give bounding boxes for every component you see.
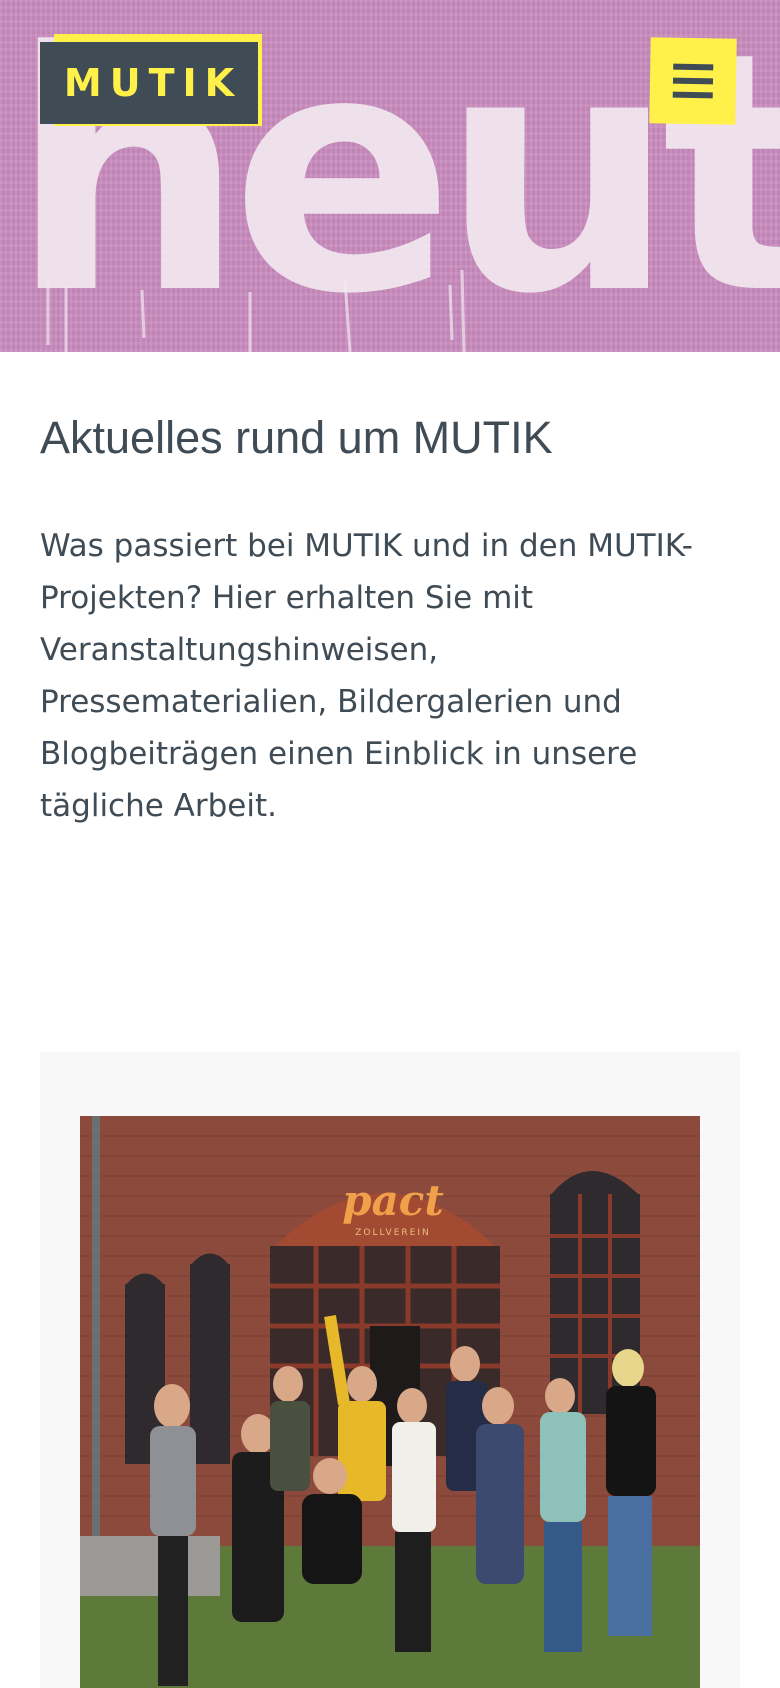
hero-banner: heute MUTIK: [0, 0, 780, 352]
intro-line: Projekten? Hier erhalten Sie mit: [40, 580, 534, 616]
intro-line: Blogbeiträgen einen Einblick in unsere: [40, 736, 638, 772]
intro-paragraph: Was passiert bei MUTIK und in den MUTIK-…: [40, 520, 740, 832]
menu-button[interactable]: [649, 37, 737, 125]
page-title: Aktuelles rund um MUTIK: [40, 412, 553, 463]
pact-sign-subtext: ZOLLVEREIN: [355, 1228, 431, 1238]
intro-line: Pressematerialien, Bildergalerien und: [40, 684, 622, 720]
intro-line: Veranstaltungshinweisen,: [40, 632, 439, 668]
intro-line: Was passiert bei MUTIK und in den MUTIK-: [40, 528, 693, 564]
hamburger-menu-icon: [672, 63, 714, 99]
team-photo[interactable]: pact ZOLLVEREIN: [80, 1116, 700, 1688]
mutik-logo[interactable]: MUTIK: [40, 34, 262, 130]
logo-plate: MUTIK: [40, 42, 258, 124]
intro-line: tägliche Arbeit.: [40, 788, 277, 824]
pact-sign-text: pact: [342, 1176, 444, 1225]
logo-text: MUTIK: [63, 61, 243, 105]
